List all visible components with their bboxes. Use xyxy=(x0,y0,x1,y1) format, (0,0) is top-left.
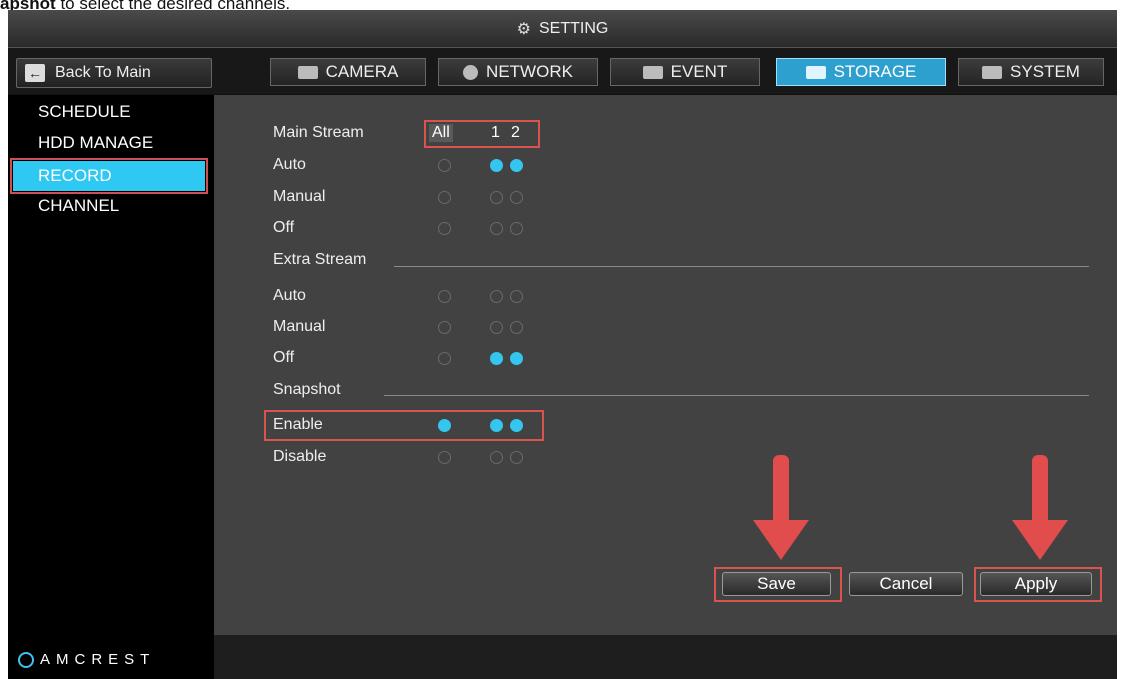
tab-event-label: EVENT xyxy=(670,62,728,81)
main-off-1-radio[interactable] xyxy=(490,222,503,235)
extra-manual-all-radio[interactable] xyxy=(438,321,451,334)
main-auto-1-radio[interactable] xyxy=(490,159,503,172)
tab-system[interactable]: SYSTEM xyxy=(958,58,1104,86)
main-manual-2-radio[interactable] xyxy=(510,191,523,204)
snapshot-enable-1-radio[interactable] xyxy=(490,419,503,432)
back-arrow-icon: ← xyxy=(25,64,45,82)
tab-camera[interactable]: CAMERA xyxy=(270,58,426,86)
main-manual-1-radio[interactable] xyxy=(490,191,503,204)
window-title: SETTING xyxy=(539,19,609,37)
tab-storage[interactable]: STORAGE xyxy=(776,58,946,86)
extra-off-all-radio[interactable] xyxy=(438,352,451,365)
tab-system-label: SYSTEM xyxy=(1010,62,1080,81)
arrow-down-save-icon xyxy=(753,520,809,560)
cancel-button[interactable]: Cancel xyxy=(849,572,963,596)
extra-stream-divider xyxy=(394,266,1089,267)
snapshot-enable-2-radio[interactable] xyxy=(510,419,523,432)
main-auto-label: Auto xyxy=(273,156,306,173)
title-bar: ⚙ SETTING xyxy=(8,10,1117,48)
main-auto-2-radio[interactable] xyxy=(510,159,523,172)
extra-manual-1-radio[interactable] xyxy=(490,321,503,334)
nav-bar: ← Back To Main CAMERA NETWORK EVENT STOR… xyxy=(8,48,1117,94)
sidebar-item-schedule[interactable]: SCHEDULE xyxy=(38,102,131,122)
sidebar: SCHEDULE HDD MANAGE RECORD CHANNEL xyxy=(8,95,214,679)
apply-button[interactable]: Apply xyxy=(980,572,1092,596)
dvr-window: ⚙ SETTING ← Back To Main CAMERA NETWORK … xyxy=(8,10,1117,679)
extra-stream-label: Extra Stream xyxy=(273,251,367,268)
amcrest-logo-icon xyxy=(18,651,34,668)
extra-manual-2-radio[interactable] xyxy=(510,321,523,334)
gear-icon: ⚙ xyxy=(516,20,531,38)
storage-monitor-icon xyxy=(805,65,826,79)
arrow-down-apply-icon xyxy=(1012,520,1068,560)
instruction-caption: apshot to select the desired channels. xyxy=(0,0,290,13)
snapshot-enable-all-radio[interactable] xyxy=(438,419,451,432)
extra-manual-label: Manual xyxy=(273,318,326,335)
main-off-label: Off xyxy=(273,219,295,236)
event-icon xyxy=(642,65,663,79)
tab-network-label: NETWORK xyxy=(486,62,573,81)
main-off-all-radio[interactable] xyxy=(438,222,451,235)
back-label: Back To Main xyxy=(55,64,151,81)
back-to-main-button[interactable]: ← Back To Main xyxy=(16,58,212,88)
tab-network[interactable]: NETWORK xyxy=(438,58,598,86)
record-settings-panel: Main Stream All 1 2 Auto Manual Off Extr… xyxy=(214,95,1117,635)
sidebar-item-channel[interactable]: CHANNEL xyxy=(38,196,119,216)
amcrest-logo: AMCREST xyxy=(18,651,155,668)
main-off-2-radio[interactable] xyxy=(510,222,523,235)
sidebar-item-hdd-manage[interactable]: HDD MANAGE xyxy=(38,133,153,153)
column-all[interactable]: All xyxy=(429,124,453,142)
system-icon xyxy=(982,65,1003,79)
extra-auto-label: Auto xyxy=(273,287,306,304)
snapshot-label: Snapshot xyxy=(273,381,341,398)
save-button[interactable]: Save xyxy=(722,572,831,596)
snapshot-disable-1-radio[interactable] xyxy=(490,451,503,464)
snapshot-disable-all-radio[interactable] xyxy=(438,451,451,464)
main-stream-label: Main Stream xyxy=(273,124,364,141)
main-manual-label: Manual xyxy=(273,188,326,205)
extra-auto-2-radio[interactable] xyxy=(510,290,523,303)
tab-storage-label: STORAGE xyxy=(833,62,917,81)
brand-name: AMCREST xyxy=(40,651,156,668)
main-manual-all-radio[interactable] xyxy=(438,191,451,204)
sidebar-item-record[interactable]: RECORD xyxy=(10,158,208,194)
camera-icon xyxy=(297,65,318,79)
snapshot-enable-label: Enable xyxy=(273,416,323,433)
column-2: 2 xyxy=(511,124,520,141)
extra-off-1-radio[interactable] xyxy=(490,352,503,365)
extra-auto-1-radio[interactable] xyxy=(490,290,503,303)
extra-off-2-radio[interactable] xyxy=(510,352,523,365)
extra-auto-all-radio[interactable] xyxy=(438,290,451,303)
column-1: 1 xyxy=(491,124,500,141)
snapshot-disable-2-radio[interactable] xyxy=(510,451,523,464)
tab-event[interactable]: EVENT xyxy=(610,58,760,86)
snapshot-disable-label: Disable xyxy=(273,448,327,465)
tab-camera-label: CAMERA xyxy=(325,62,399,81)
footer-bar xyxy=(214,635,1117,679)
snapshot-divider xyxy=(384,395,1089,396)
network-globe-icon xyxy=(463,64,479,80)
extra-off-label: Off xyxy=(273,349,295,366)
main-auto-all-radio[interactable] xyxy=(438,159,451,172)
